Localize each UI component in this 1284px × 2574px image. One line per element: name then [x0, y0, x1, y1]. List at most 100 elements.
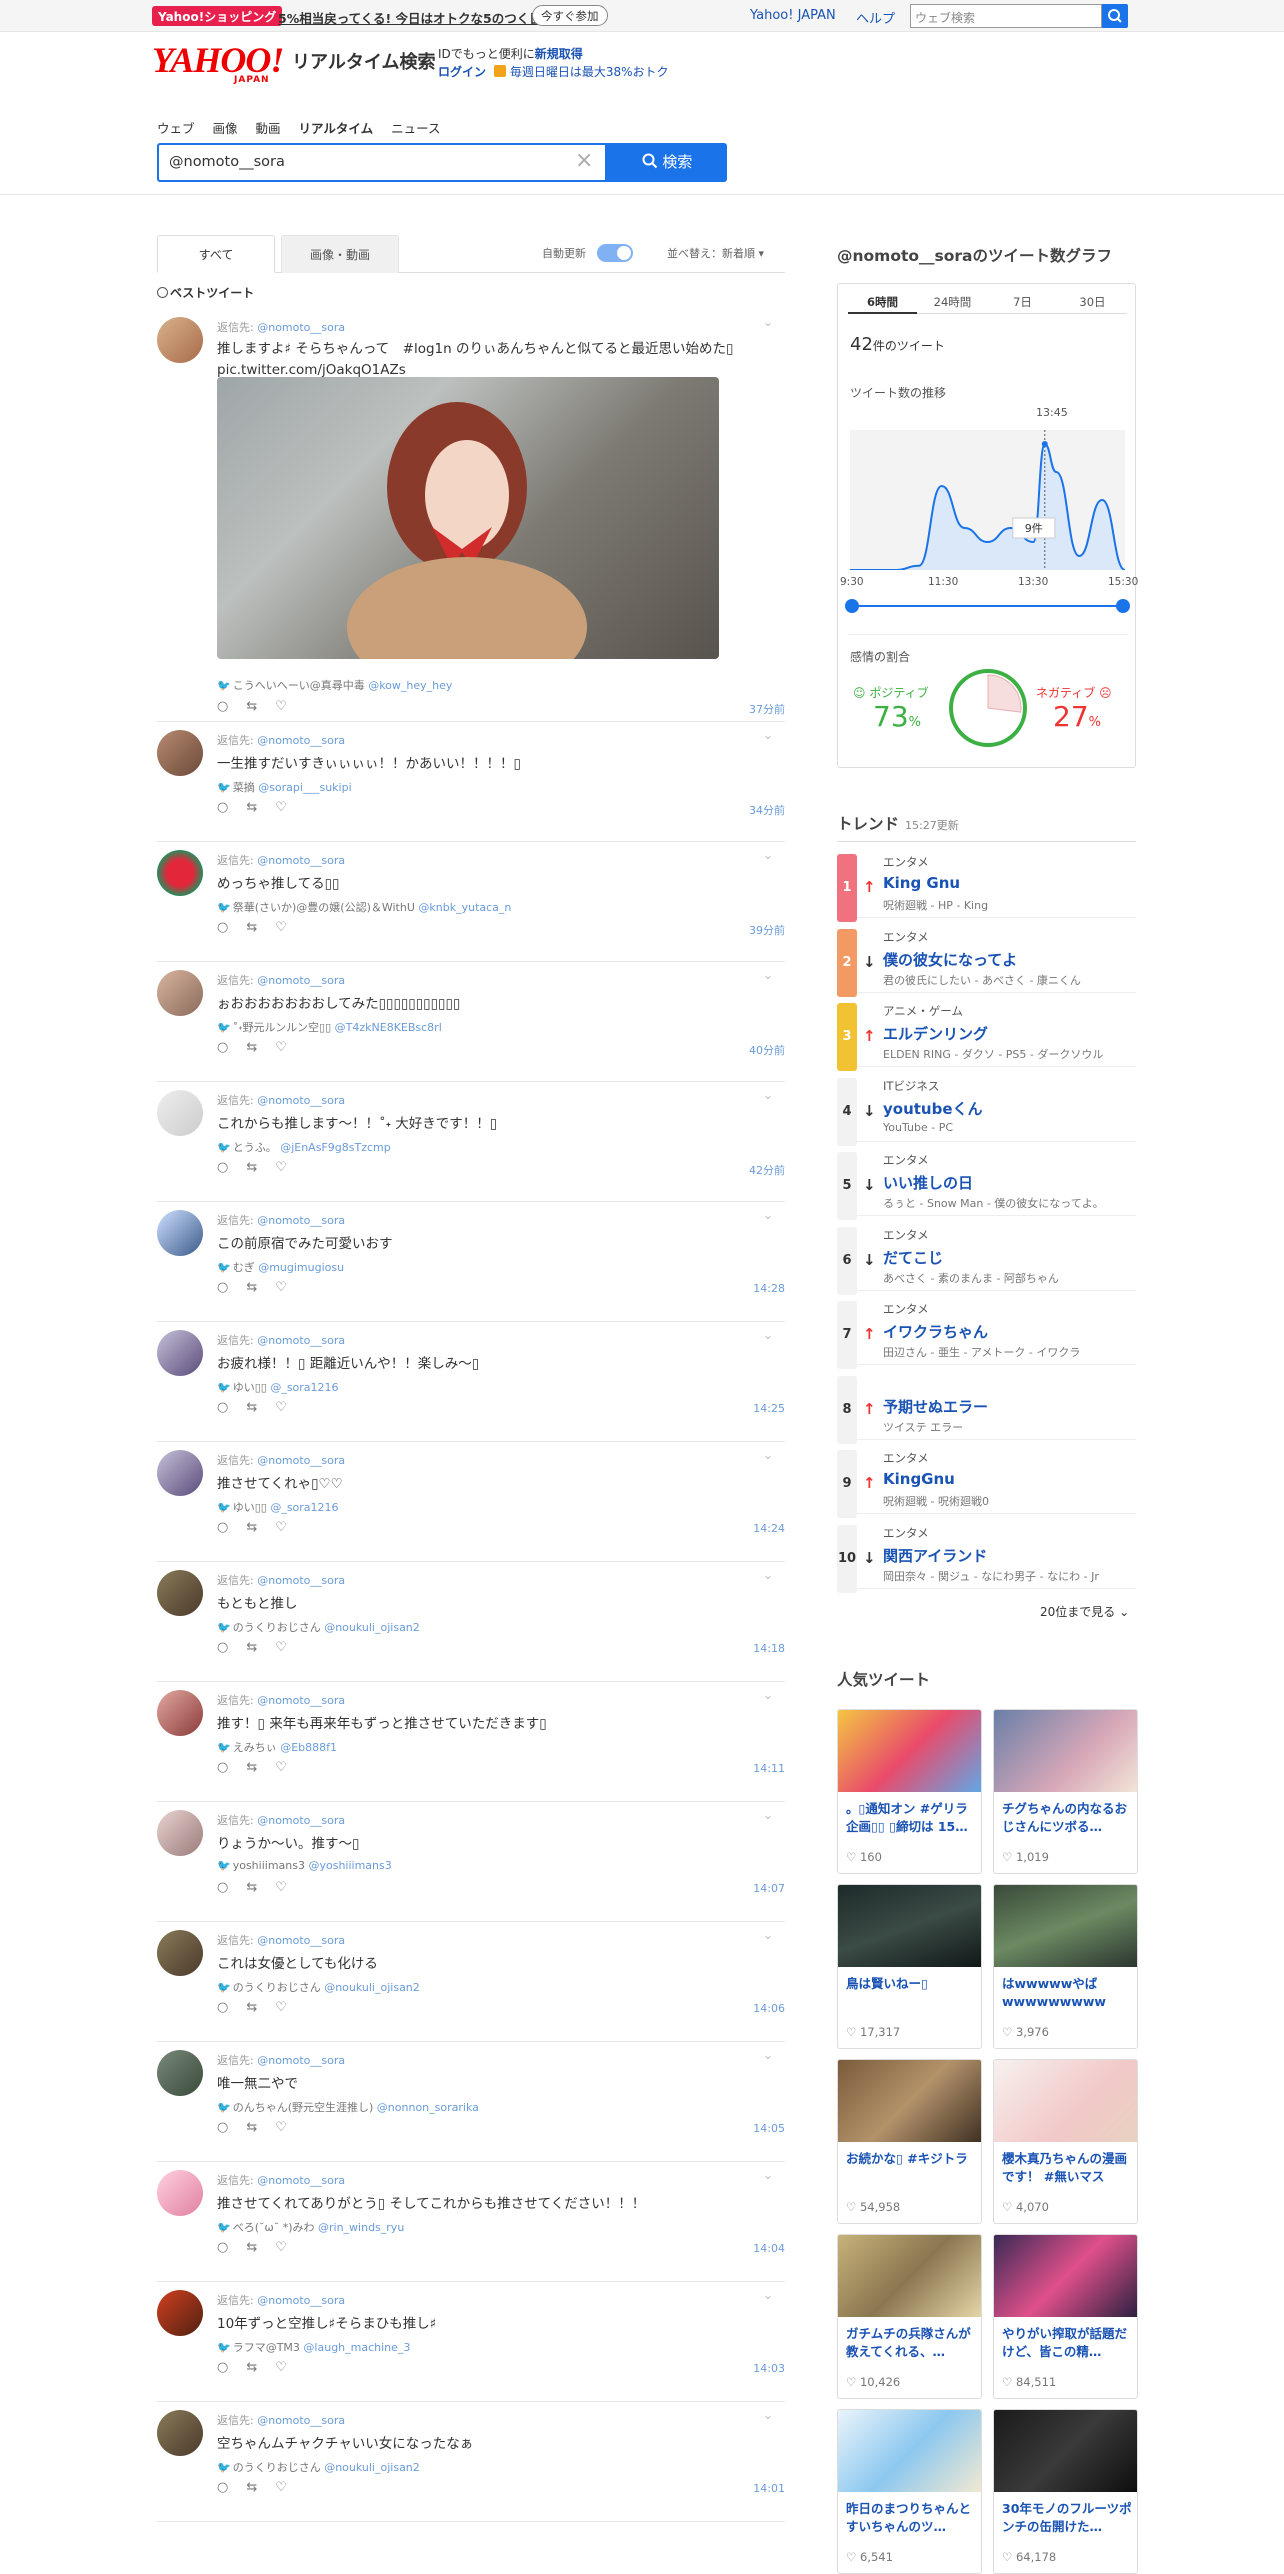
popular-caption[interactable]: 。▯通知オン #ゲリラ企画▯▯ ▯締切は 15… [846, 1800, 978, 1838]
reply-handle-link[interactable]: @nomoto__sora [257, 1214, 345, 1227]
search-button[interactable]: 検索 [607, 143, 727, 182]
popular-thumbnail[interactable] [838, 2235, 981, 2317]
tweet-author[interactable]: 🐦 のうくりおじさん @noukuli_ojisan2 [217, 1619, 420, 1635]
avatar[interactable] [157, 1210, 203, 1256]
popular-thumbnail[interactable] [994, 1710, 1137, 1792]
range-handle-end[interactable] [1116, 599, 1130, 613]
tweet-photo[interactable] [217, 377, 719, 659]
chevron-down-icon[interactable]: ⌄ [763, 848, 773, 862]
retweet-icon[interactable]: ⇆ [246, 2120, 275, 2135]
promo-link[interactable]: 5%相当戻ってくる! 今日はオトクな5のつく日 [278, 8, 542, 27]
service-title[interactable]: リアルタイム検索 [292, 48, 435, 74]
avatar[interactable] [157, 850, 203, 896]
chevron-down-icon[interactable]: ⌄ [763, 2048, 773, 2062]
like-icon[interactable]: ♡ [275, 2120, 305, 2135]
chevron-down-icon[interactable]: ⌄ [763, 1688, 773, 1702]
tweet-author[interactable]: 🐦 のんちゃん(野元空生涯推し) @nonnon_sorarika [217, 2099, 479, 2115]
tweet-author[interactable]: 🐦 菜摘 @sorapi___sukipi [217, 779, 352, 795]
author-handle-link[interactable]: @rin_winds_ryu [318, 2221, 404, 2234]
chevron-down-icon[interactable]: ⌄ [763, 1208, 773, 1222]
reply-handle-link[interactable]: @nomoto__sora [257, 1334, 345, 1347]
avatar[interactable] [157, 1570, 203, 1616]
tab-all[interactable]: すべて [157, 235, 275, 273]
avatar[interactable] [157, 2050, 203, 2096]
trend-item[interactable]: 3 ↑ アニメ・ゲーム エルデンリング ELDEN RING - ダクソ - PS5 -… [837, 997, 1136, 1071]
retweet-icon[interactable]: ⇆ [246, 1760, 275, 1775]
reply-handle-link[interactable]: @nomoto__sora [257, 2294, 345, 2307]
graph-tab-24h[interactable]: 24時間 [918, 292, 987, 312]
like-icon[interactable]: ♡ [275, 1880, 305, 1895]
popular-tweet-card[interactable]: 昨日のまつりちゃんとすいちゃんのツ… ♡ 6,541 [837, 2409, 982, 2574]
trend-item[interactable]: 1 ↑ エンタメ King Gnu 呪術廻戦 - HP - King [837, 848, 1136, 922]
trend-item[interactable]: 7 ↑ エンタメ イワクラちゃん 田辺さん - 亜生 - アメトーク - イワクラ [837, 1295, 1136, 1369]
avatar[interactable] [157, 2410, 203, 2456]
graph-tab-6h[interactable]: 6時間 [848, 292, 917, 314]
popular-thumbnail[interactable] [838, 1885, 981, 1967]
reply-handle-link[interactable]: @nomoto__sora [257, 734, 345, 747]
retweet-icon[interactable]: ⇆ [246, 2360, 275, 2375]
tweet-item[interactable]: 返信先: @nomoto__sora ⌄ 空ちゃんムチャクチャいい女になったなぁ 🐦 の… [157, 2402, 785, 2522]
like-icon[interactable]: ♡ [275, 1640, 305, 1655]
like-icon[interactable]: ♡ [275, 2360, 305, 2375]
tweet-item[interactable]: 返信先: @nomoto__sora ⌄ この前原宿でみた可愛いおす 🐦 むぎ @mug… [157, 1202, 785, 1322]
nav-web[interactable]: ウェブ [157, 121, 195, 136]
popular-tweet-card[interactable]: はwwwwwやば wwwwwwwww ♡ 3,976 [993, 1884, 1138, 2049]
popular-caption[interactable]: はwwwwwやば wwwwwwwww [1002, 1975, 1134, 2013]
reply-icon[interactable]: ○ [217, 1640, 246, 1655]
author-handle-link[interactable]: @knbk_yutaca_n [418, 901, 511, 914]
tweet-item[interactable]: 返信先: @nomoto__sora ⌄ お疲れ様！！▯ 距離近いんや！！楽しみ〜▯… [157, 1322, 785, 1442]
reply-handle-link[interactable]: @nomoto__sora [257, 321, 345, 334]
range-handle-start[interactable] [845, 599, 859, 613]
tweet-author[interactable]: 🐦 ゆい▯▯ @_sora1216 [217, 1499, 339, 1515]
tweet-author[interactable]: 🐦 ラフマ@TM3 @laugh_machine_3 [217, 2339, 410, 2355]
chevron-down-icon[interactable]: ⌄ [763, 2288, 773, 2302]
chevron-down-icon[interactable]: ⌄ [763, 1088, 773, 1102]
trend-item[interactable]: 2 ↓ エンタメ 僕の彼女になってよ 君の彼氏にしたい - あべさく - 康ニくん [837, 923, 1136, 997]
author-handle-link[interactable]: @_sora1216 [270, 1501, 338, 1514]
tweet-author[interactable]: 🐦 べろ(˘ω˘ *)みわ @rin_winds_ryu [217, 2219, 404, 2235]
popular-thumbnail[interactable] [838, 1710, 981, 1792]
tweet-item[interactable]: 返信先: @nomoto__sora ⌄ もともと推し 🐦 のうくりおじさん @nouk… [157, 1562, 785, 1682]
retweet-icon[interactable]: ⇆ [246, 2000, 275, 2015]
avatar[interactable] [157, 2290, 203, 2336]
graph-tab-7d[interactable]: 7日 [988, 292, 1057, 312]
popular-tweet-card[interactable]: 30年モノのフルーツポンチの缶開けた… ♡ 64,178 [993, 2409, 1138, 2574]
tweet-time[interactable]: 42分前 [749, 1162, 785, 1178]
tweet-author[interactable]: 🐦 ゆい▯▯ @_sora1216 [217, 1379, 339, 1395]
reply-icon[interactable]: ○ [217, 1520, 246, 1535]
trend-name[interactable]: 僕の彼女になってよ [883, 949, 1017, 970]
author-handle-link[interactable]: @sorapi___sukipi [258, 781, 351, 794]
tweet-time[interactable]: 14:01 [753, 2482, 785, 2495]
signup-link[interactable]: 新規取得 [535, 47, 583, 61]
retweet-icon[interactable]: ⇆ [246, 1400, 275, 1415]
trend-item[interactable]: 6 ↓ エンタメ だてこじ あべさく - 素のまんま - 阿部ちゃん [837, 1221, 1136, 1295]
retweet-icon[interactable]: ⇆ [246, 1880, 275, 1895]
avatar[interactable] [157, 1450, 203, 1496]
trend-item[interactable]: 9 ↑ エンタメ KingGnu 呪術廻戦 - 呪術廻戦0 [837, 1444, 1136, 1518]
popular-tweet-card[interactable]: チグちゃんの内なるおじさんにツボる… ♡ 1,019 [993, 1709, 1138, 1874]
reply-icon[interactable]: ○ [217, 1880, 246, 1895]
reply-handle-link[interactable]: @nomoto__sora [257, 1814, 345, 1827]
chevron-down-icon[interactable]: ⌄ [763, 1808, 773, 1822]
tweet-item[interactable]: 返信先: @nomoto__sora ⌄ りょうか〜い。推す〜▯ 🐦 yoshiiima… [157, 1802, 785, 1922]
author-handle-link[interactable]: @jEnAsF9g8sTzcmp [280, 1141, 391, 1154]
popular-caption[interactable]: 櫻木真乃ちゃんの漫画です！ #無いマス [1002, 2150, 1134, 2188]
trend-item[interactable]: 10 ↓ エンタメ 関西アイランド 岡田奈々 - 関ジュ - なにわ男子 - なにわ -… [837, 1519, 1136, 1593]
tweet-time[interactable]: 14:11 [753, 1762, 785, 1775]
author-handle-link[interactable]: @noukuli_ojisan2 [324, 2461, 420, 2474]
popular-thumbnail[interactable] [838, 2060, 981, 2142]
like-icon[interactable]: ♡ [275, 1160, 305, 1175]
reply-icon[interactable]: ○ [217, 699, 246, 714]
tweet-time[interactable]: 14:06 [753, 2002, 785, 2015]
trend-name[interactable]: いい推しの日 [883, 1172, 973, 1193]
popular-caption[interactable]: 30年モノのフルーツポンチの缶開けた… [1002, 2500, 1134, 2538]
author-handle-link[interactable]: @_sora1216 [270, 1381, 338, 1394]
reply-handle-link[interactable]: @nomoto__sora [257, 1454, 345, 1467]
trend-item[interactable]: 5 ↓ エンタメ いい推しの日 るぅと - Snow Man - 僕の彼女になってよ。 [837, 1146, 1136, 1220]
avatar[interactable] [157, 1930, 203, 1976]
tweet-item[interactable]: 返信先: @nomoto__sora ⌄ 推させてくれゃ▯♡♡ 🐦 ゆい▯▯ @_sor… [157, 1442, 785, 1562]
reply-handle-link[interactable]: @nomoto__sora [257, 2414, 345, 2427]
popular-caption[interactable]: チグちゃんの内なるおじさんにツボる… [1002, 1800, 1134, 1838]
chevron-down-icon[interactable]: ⌄ [763, 2408, 773, 2422]
retweet-icon[interactable]: ⇆ [246, 1280, 275, 1295]
